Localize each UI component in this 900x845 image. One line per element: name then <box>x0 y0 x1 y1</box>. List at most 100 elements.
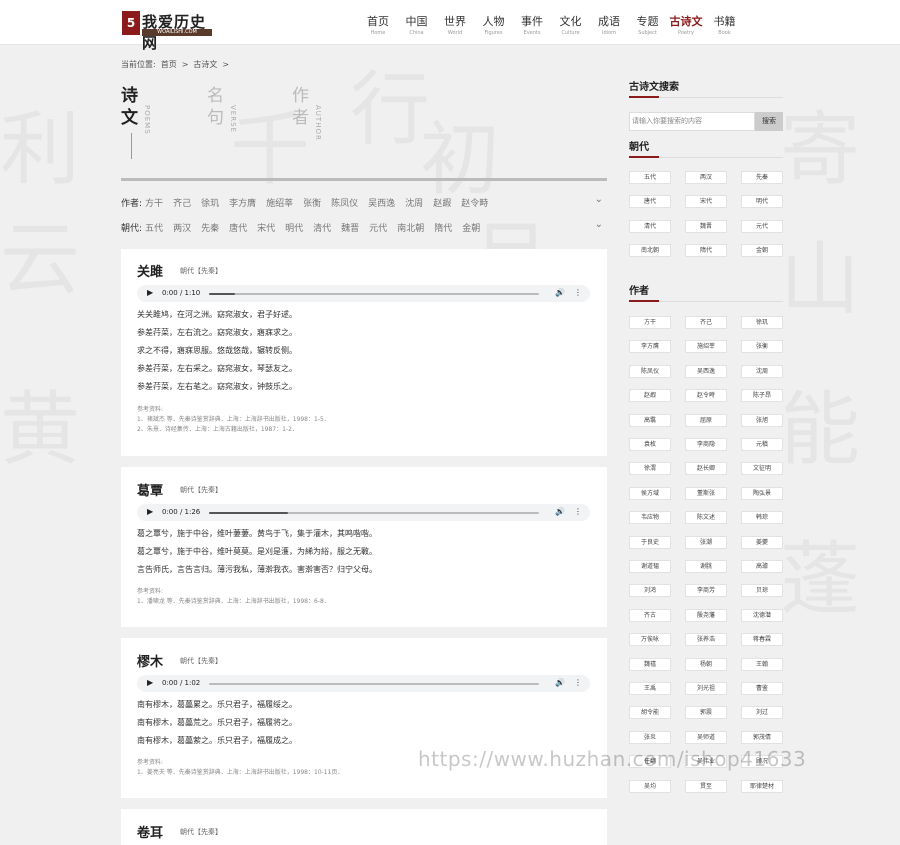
dynasty-filter-item[interactable]: 元代 <box>369 221 387 234</box>
more-options-icon[interactable]: ⋮ <box>574 288 582 297</box>
dynasty-filter-item[interactable]: 先秦 <box>201 221 219 234</box>
audio-progress-track[interactable] <box>209 512 539 514</box>
author-chip[interactable]: 韩琮 <box>741 511 783 525</box>
author-chip[interactable]: 张衡 <box>741 340 783 354</box>
dynasty-chip[interactable]: 唐代 <box>629 195 671 209</box>
author-chip[interactable]: 文征明 <box>741 462 783 476</box>
author-filter-item[interactable]: 沈周 <box>405 196 423 209</box>
author-chip[interactable]: 董斯张 <box>685 486 727 500</box>
author-chip[interactable]: 方干 <box>629 316 671 329</box>
poem-title[interactable]: 葛覃 <box>137 480 163 499</box>
author-chip[interactable]: 王禹 <box>629 682 671 695</box>
expand-chevron-icon[interactable]: ⌄ <box>595 219 603 230</box>
author-chip[interactable]: 徐渭 <box>629 462 671 476</box>
tab-author[interactable]: 作 者 AUTHOR <box>292 85 332 155</box>
author-chip[interactable]: 张潮 <box>685 535 727 549</box>
author-chip[interactable]: 元稹 <box>741 438 783 451</box>
poem-title[interactable]: 樛木 <box>137 651 163 670</box>
nav-item[interactable]: 首页 Home <box>360 0 396 45</box>
author-chip[interactable]: 赵嘏 <box>629 389 671 403</box>
audio-progress-track[interactable] <box>209 293 539 295</box>
author-chip[interactable]: 杨朝 <box>685 657 727 671</box>
author-chip[interactable]: 殷尧藩 <box>685 608 727 622</box>
search-input[interactable]: 请输入你要搜索的内容 <box>629 112 755 131</box>
author-chip[interactable]: 齐古 <box>629 608 671 622</box>
dynasty-chip[interactable]: 两汉 <box>685 171 727 184</box>
author-chip[interactable]: 沈德潜 <box>741 608 783 622</box>
dynasty-chip[interactable]: 先秦 <box>741 171 783 184</box>
author-chip[interactable]: 于良史 <box>629 535 671 549</box>
author-chip[interactable]: 万俟咏 <box>629 633 671 647</box>
volume-icon[interactable]: 🔊 <box>555 507 565 516</box>
author-chip[interactable]: 郭茂倩 <box>741 730 783 744</box>
author-chip[interactable]: 耶律楚材 <box>741 779 783 793</box>
author-chip[interactable]: 刘过 <box>741 706 783 720</box>
poem-title[interactable]: 关雎 <box>137 261 163 280</box>
more-options-icon[interactable]: ⋮ <box>574 507 582 516</box>
author-chip[interactable]: 王翰 <box>741 657 783 671</box>
author-chip[interactable]: 陈文述 <box>685 511 727 525</box>
nav-item[interactable]: 中国 China <box>399 0 435 45</box>
play-icon[interactable]: ▶ <box>147 678 153 687</box>
dynasty-filter-item[interactable]: 魏晋 <box>341 221 359 234</box>
play-icon[interactable]: ▶ <box>147 288 153 297</box>
more-options-icon[interactable]: ⋮ <box>574 678 582 687</box>
volume-icon[interactable]: 🔊 <box>555 678 565 687</box>
dynasty-filter-item[interactable]: 明代 <box>285 221 303 234</box>
author-chip[interactable]: 刘光祖 <box>685 682 727 695</box>
dynasty-filter-item[interactable]: 清代 <box>313 221 331 234</box>
author-chip[interactable]: 胡令能 <box>629 706 671 720</box>
author-chip[interactable]: 李方膺 <box>629 340 671 354</box>
author-chip[interactable]: 韦应物 <box>629 511 671 525</box>
dynasty-chip[interactable]: 南北朝 <box>629 244 671 258</box>
author-chip[interactable]: 郭震 <box>685 706 727 720</box>
dynasty-filter-item[interactable]: 五代 <box>145 221 163 234</box>
author-chip[interactable]: 贯至 <box>685 779 727 793</box>
dynasty-chip[interactable]: 宋代 <box>685 195 727 209</box>
author-filter-item[interactable]: 吴西逸 <box>368 196 395 209</box>
dynasty-filter-item[interactable]: 两汉 <box>173 221 191 234</box>
tab-verse[interactable]: 名 句 VERSE <box>207 85 247 155</box>
nav-item[interactable]: 文化 Culture <box>553 0 589 45</box>
author-chip[interactable]: 谢朓 <box>685 560 727 573</box>
dynasty-filter-item[interactable]: 金朝 <box>462 221 480 234</box>
author-chip[interactable]: 李商隐 <box>685 438 727 451</box>
author-chip[interactable]: 高璩 <box>741 560 783 573</box>
author-chip[interactable]: 沈周 <box>741 364 783 378</box>
author-filter-item[interactable]: 方干 <box>145 196 163 209</box>
author-chip[interactable]: 陶弘景 <box>741 486 783 500</box>
author-chip[interactable]: 曹鉴 <box>741 682 783 695</box>
author-chip[interactable]: 吴均 <box>629 779 671 793</box>
author-chip[interactable]: 张养浩 <box>685 633 727 647</box>
play-icon[interactable]: ▶ <box>147 507 153 516</box>
author-chip[interactable]: 施绍莘 <box>685 340 727 354</box>
author-filter-item[interactable]: 李方膺 <box>229 196 256 209</box>
dynasty-chip[interactable]: 明代 <box>741 195 783 209</box>
author-chip[interactable]: 陈子昂 <box>741 389 783 403</box>
author-filter-item[interactable]: 赵令畤 <box>461 196 488 209</box>
breadcrumb-current[interactable]: 古诗文 <box>193 60 217 69</box>
dynasty-chip[interactable]: 金朝 <box>741 244 783 258</box>
author-chip[interactable]: 吴师道 <box>685 730 727 744</box>
author-chip[interactable]: 谢道韫 <box>629 560 671 573</box>
author-filter-item[interactable]: 徐玑 <box>201 196 219 209</box>
nav-item[interactable]: 古诗文 Poetry <box>668 0 704 45</box>
audio-progress-track[interactable] <box>209 683 539 685</box>
author-chip[interactable]: 贝琼 <box>741 584 783 598</box>
dynasty-chip[interactable]: 清代 <box>629 219 671 233</box>
author-filter-item[interactable]: 齐己 <box>173 196 191 209</box>
author-filter-item[interactable]: 施绍莘 <box>266 196 293 209</box>
author-chip[interactable]: 高翥 <box>629 413 671 427</box>
dynasty-filter-item[interactable]: 宋代 <box>257 221 275 234</box>
author-chip[interactable]: 魏禧 <box>629 657 671 671</box>
poem-title[interactable]: 卷耳 <box>137 822 163 841</box>
nav-item[interactable]: 事件 Events <box>514 0 550 45</box>
author-chip[interactable]: 姜夔 <box>741 535 783 549</box>
volume-icon[interactable]: 🔊 <box>555 288 565 297</box>
author-chip[interactable]: 侯方域 <box>629 486 671 500</box>
author-chip[interactable]: 李商芳 <box>685 584 727 598</box>
author-chip[interactable]: 齐己 <box>685 316 727 329</box>
nav-item[interactable]: 书籍 Book <box>707 0 743 45</box>
dynasty-chip[interactable]: 五代 <box>629 171 671 184</box>
author-chip[interactable]: 袁枚 <box>629 438 671 451</box>
